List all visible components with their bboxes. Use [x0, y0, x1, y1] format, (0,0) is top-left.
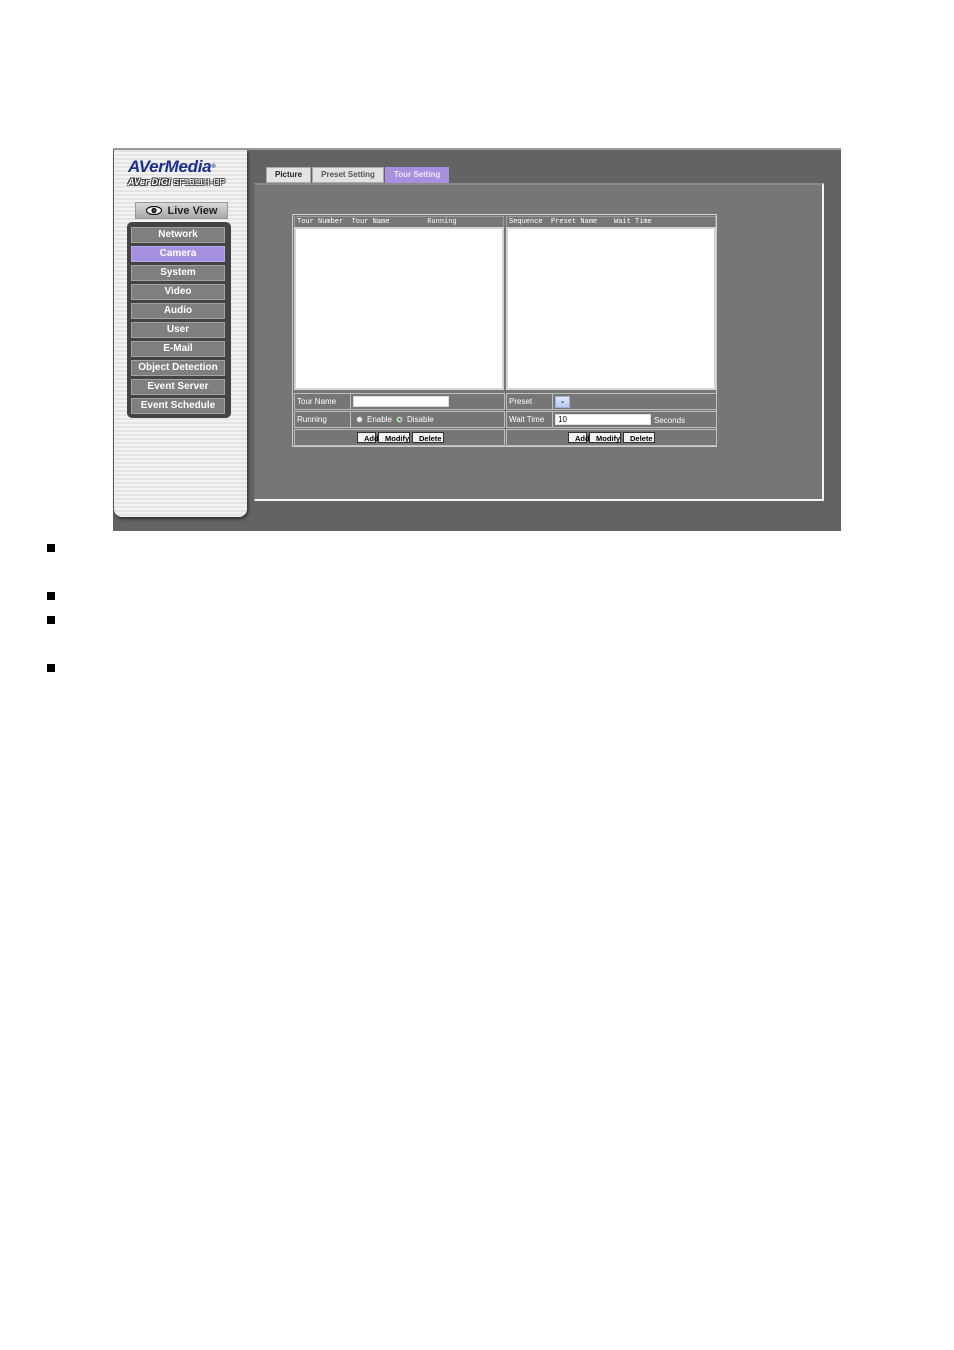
logo-brand: AVerMedia®: [128, 158, 238, 176]
running-disable-label: Disable: [407, 415, 434, 424]
tour-setting-form: Tour Number Tour Name Running Sequence P…: [292, 214, 717, 447]
chevron-down-icon: ⌄: [559, 398, 566, 405]
tour-name-row: Tour Name: [294, 393, 505, 410]
sequence-list[interactable]: [506, 227, 716, 390]
sequence-add-button[interactable]: Add: [568, 432, 590, 443]
sequence-modify-button[interactable]: Modify: [589, 432, 621, 443]
sidebar-item-network[interactable]: Network: [131, 227, 225, 243]
camera-web-ui-screenshot: AVerMedia® AVer DiGi SF1311H-CP Live Vie…: [113, 148, 841, 531]
tour-buttons-row: Add Modify Delete: [294, 429, 505, 446]
sidebar-item-event-server[interactable]: Event Server: [131, 379, 225, 395]
tour-list[interactable]: [294, 227, 504, 390]
wait-time-row: Wait Time Seconds: [506, 411, 717, 428]
tour-list-column: Tour Number Tour Name Running: [294, 216, 504, 390]
wait-time-unit: Seconds: [654, 416, 686, 425]
logo-model: SF1311H-CP: [173, 178, 226, 187]
sidebar-item-system[interactable]: System: [131, 265, 225, 281]
sequence-list-column: Sequence Preset Name Wait Time: [506, 216, 716, 390]
sequence-list-header: Sequence Preset Name Wait Time: [506, 216, 716, 227]
tour-delete-button[interactable]: Delete: [412, 432, 444, 443]
sidebar-item-user[interactable]: User: [131, 322, 225, 338]
running-label: Running: [297, 415, 327, 424]
logo: AVerMedia® AVer DiGi SF1311H-CP: [128, 158, 238, 188]
sequence-delete-button[interactable]: Delete: [623, 432, 655, 443]
divider: [552, 394, 553, 409]
running-enable-radio[interactable]: [356, 416, 363, 423]
bullet-marker: [47, 544, 55, 552]
tab-bar: Picture Preset Setting Tour Setting: [266, 167, 450, 183]
logo-product-text: AVer DiGi: [128, 177, 171, 187]
tour-name-label: Tour Name: [297, 397, 337, 406]
tour-add-button[interactable]: Add: [357, 432, 379, 443]
tab-preset-setting[interactable]: Preset Setting: [312, 167, 384, 183]
divider: [552, 412, 553, 427]
logo-brand-text: AVerMedia: [128, 157, 212, 176]
sidebar-item-email[interactable]: E-Mail: [131, 341, 225, 357]
bullet-marker: [47, 592, 55, 600]
tour-list-header: Tour Number Tour Name Running: [294, 216, 504, 227]
preset-row: Preset ⌄: [506, 393, 717, 410]
divider: [350, 412, 351, 427]
sidebar-nav: Network Camera System Video Audio User E…: [127, 222, 231, 418]
running-disable-radio[interactable]: [396, 416, 403, 423]
sidebar-item-camera[interactable]: Camera: [131, 246, 225, 262]
bullet-marker: [47, 664, 55, 672]
tour-name-input[interactable]: [353, 396, 449, 407]
logo-product: AVer DiGi SF1311H-CP: [128, 177, 238, 188]
running-enable-label: Enable: [367, 415, 392, 424]
tab-tour-setting[interactable]: Tour Setting: [384, 167, 450, 183]
divider: [350, 394, 351, 409]
sidebar-item-event-schedule[interactable]: Event Schedule: [131, 398, 225, 414]
live-view-button[interactable]: Live View: [135, 202, 228, 219]
preset-label: Preset: [509, 397, 533, 406]
eye-icon: [145, 206, 162, 215]
sidebar-item-object-detection[interactable]: Object Detection: [131, 360, 225, 376]
bullet-marker: [47, 616, 55, 624]
sidebar-item-audio[interactable]: Audio: [131, 303, 225, 319]
sidebar: AVerMedia® AVer DiGi SF1311H-CP Live Vie…: [114, 150, 247, 517]
running-row: Running Enable Disable: [294, 411, 505, 428]
tour-modify-button[interactable]: Modify: [378, 432, 410, 443]
sidebar-item-video[interactable]: Video: [131, 284, 225, 300]
preset-select[interactable]: ⌄: [555, 396, 570, 408]
sequence-buttons-row: Add Modify Delete: [506, 429, 717, 446]
wait-time-label: Wait Time: [509, 415, 545, 424]
wait-time-input[interactable]: [555, 414, 651, 425]
tab-picture[interactable]: Picture: [266, 167, 312, 183]
live-view-label: Live View: [167, 204, 218, 217]
trademark: ®: [211, 164, 216, 170]
